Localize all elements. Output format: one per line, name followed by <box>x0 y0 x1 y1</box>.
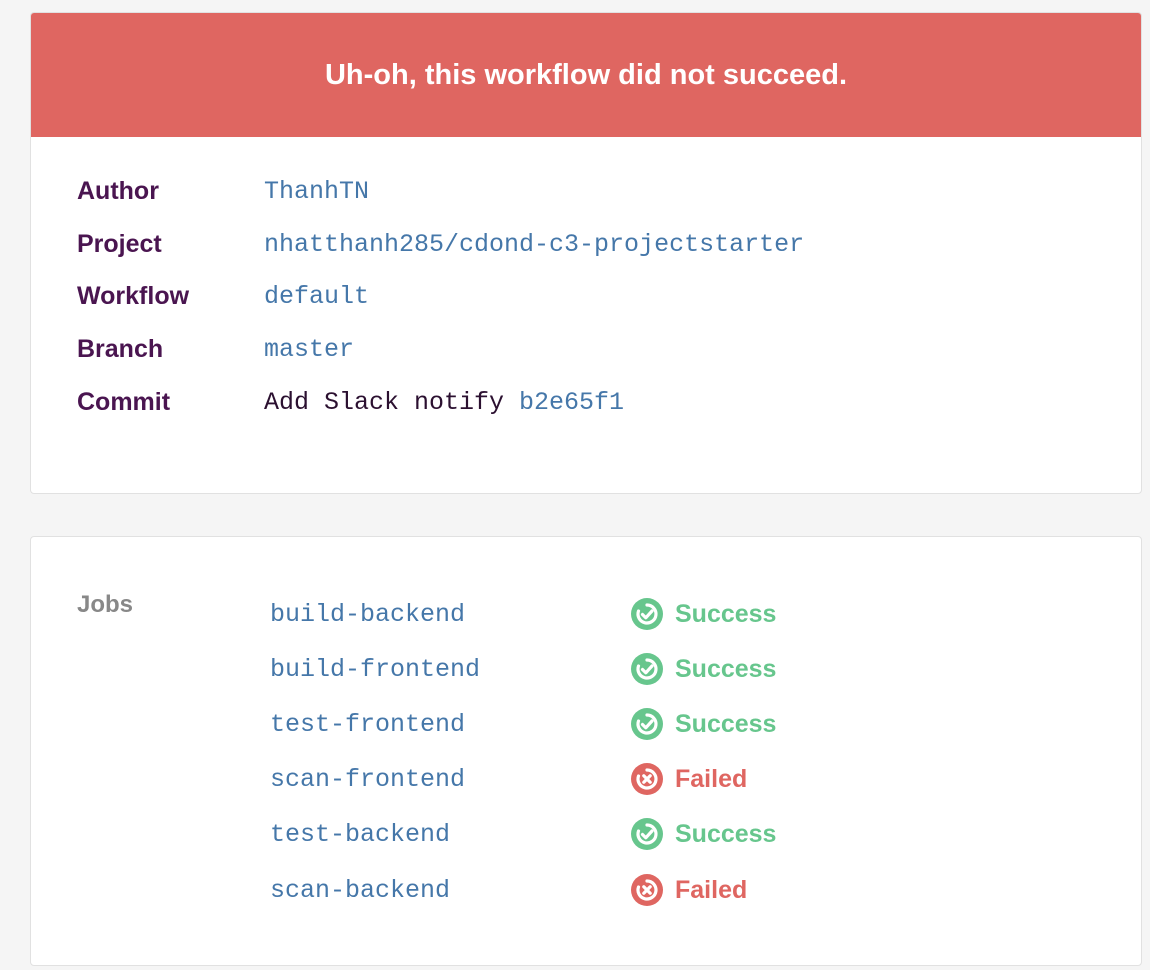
job-name-link[interactable]: scan-backend <box>270 876 631 905</box>
commit-hash-link[interactable]: b2e65f1 <box>519 388 624 417</box>
branch-label: Branch <box>77 334 164 363</box>
job-row: scan-backend Failed <box>270 873 747 907</box>
detail-row-workflow: Workflow default <box>77 279 369 313</box>
check-circle-icon <box>631 598 663 630</box>
job-status: Success <box>631 818 776 850</box>
x-circle-icon <box>631 763 663 795</box>
x-circle-icon <box>631 874 663 906</box>
job-status: Failed <box>631 763 747 795</box>
job-name-link[interactable]: build-frontend <box>270 655 631 684</box>
detail-row-branch: Branch master <box>77 332 354 366</box>
workflow-link[interactable]: default <box>264 282 369 311</box>
banner-title: Uh-oh, this workflow did not succeed. <box>324 58 847 91</box>
job-name-link[interactable]: test-backend <box>270 820 631 849</box>
job-status: Success <box>631 653 776 685</box>
check-circle-icon <box>631 653 663 685</box>
commit-message-text: Add Slack notify <box>264 387 520 417</box>
jobs-title: Jobs <box>77 591 134 618</box>
commit-label: Commit <box>77 387 171 416</box>
detail-row-author: Author ThanhTN <box>77 174 369 208</box>
detail-row-project: Project nhatthanh285/cdond-c3-projectsta… <box>77 227 804 261</box>
workflow-summary-card: Uh-oh, this workflow did not succeed. Au… <box>30 12 1142 494</box>
branch-link[interactable]: master <box>264 335 354 364</box>
failure-banner: Uh-oh, this workflow did not succeed. <box>31 13 1141 137</box>
job-status: Failed <box>631 874 747 906</box>
job-status: Success <box>631 598 776 630</box>
detail-row-commit: Commit Add Slack notify b2e65f1 <box>77 385 624 419</box>
workflow-label: Workflow <box>77 281 190 310</box>
job-status-label: Success <box>675 709 777 738</box>
job-name-link[interactable]: scan-frontend <box>270 765 631 794</box>
job-row: build-frontend Success <box>270 652 776 686</box>
job-status-label: Success <box>675 654 777 683</box>
job-status-label: Success <box>675 819 777 848</box>
job-row: test-backend Success <box>270 817 776 851</box>
check-circle-icon <box>631 708 663 740</box>
project-link[interactable]: nhatthanh285/cdond-c3-projectstarter <box>264 230 804 259</box>
job-name-link[interactable]: test-frontend <box>270 710 631 739</box>
job-status-label: Failed <box>675 875 748 904</box>
job-status: Success <box>631 708 776 740</box>
project-label: Project <box>77 229 162 258</box>
jobs-card: Jobs build-backend Success build-fronten… <box>30 536 1142 966</box>
job-row: test-frontend Success <box>270 707 776 741</box>
job-status-label: Failed <box>675 764 748 793</box>
job-name-link[interactable]: build-backend <box>270 600 631 629</box>
author-link[interactable]: ThanhTN <box>264 177 369 206</box>
check-circle-icon <box>631 818 663 850</box>
author-label: Author <box>77 176 159 205</box>
job-row: build-backend Success <box>270 597 776 631</box>
job-row: scan-frontend Failed <box>270 762 747 796</box>
commit-message: Add Slack notify b2e65f1 <box>264 388 624 417</box>
job-status-label: Success <box>675 599 777 628</box>
